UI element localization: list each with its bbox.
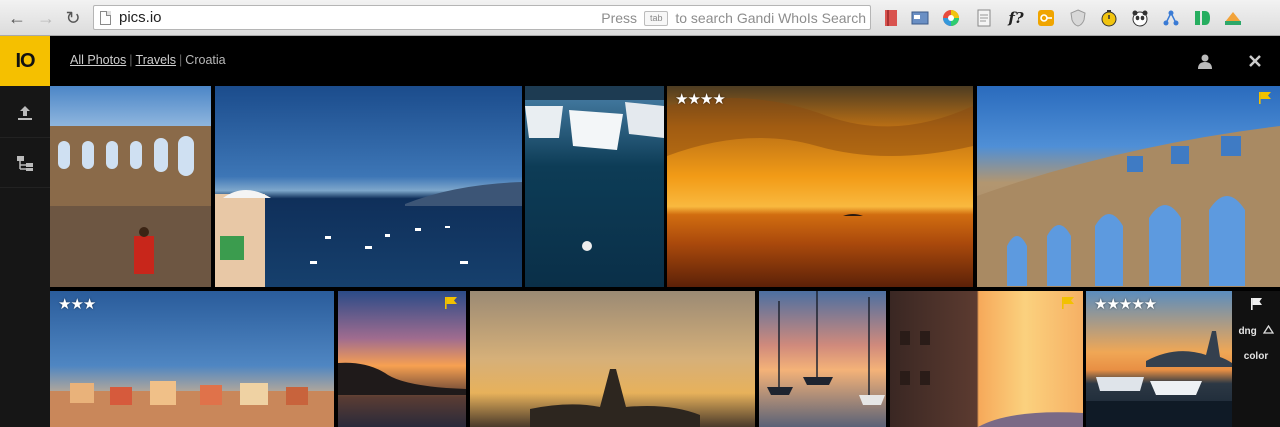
flag-toggle-button[interactable] [1232, 297, 1280, 314]
card-icon[interactable] [908, 6, 932, 30]
browser-toolbar: ← → ↻ pics.io Press tab to search Gandi … [0, 0, 1280, 36]
shield-icon[interactable] [1066, 6, 1090, 30]
color-wheel-icon[interactable] [939, 6, 963, 30]
tab-key-badge: tab [643, 11, 669, 26]
arena-exterior-graphic [977, 126, 1280, 287]
breadcrumb: All Photos | Travels | Croatia [70, 53, 226, 67]
drive-small-icon [1262, 324, 1274, 334]
upload-button[interactable] [0, 88, 50, 138]
photo-arena-interior[interactable] [50, 86, 211, 287]
breadcrumb-separator: | [179, 53, 183, 67]
network-icon[interactable] [1159, 6, 1183, 30]
color-label: color [1243, 351, 1269, 362]
folder-tree-button[interactable] [0, 138, 50, 188]
f-question-icon[interactable]: f? [1004, 6, 1028, 30]
url-text[interactable]: pics.io [119, 9, 162, 26]
harbor-graphic [215, 182, 522, 287]
hint-prefix: Press [601, 10, 638, 26]
upload-icon [18, 105, 32, 120]
sunset-graphic [667, 98, 973, 216]
sidebar: IO [0, 36, 50, 427]
breadcrumb-separator: | [129, 53, 133, 67]
close-icon [1249, 55, 1261, 67]
photo-arena-exterior[interactable] [977, 86, 1280, 287]
stopwatch-icon[interactable] [1097, 6, 1121, 30]
panda-icon[interactable] [1128, 6, 1152, 30]
church-graphic [530, 369, 700, 427]
pink-sunset-graphic [338, 362, 466, 395]
photo-rovinj-harbor[interactable]: ★★★★★ [1086, 291, 1232, 427]
app-window: IO All Photos | Travels | Croatia ★★★★ ★… [0, 36, 1280, 427]
flag-icon[interactable] [1061, 296, 1075, 310]
reload-button[interactable]: ↻ [62, 7, 84, 29]
breadcrumb-all-photos[interactable]: All Photos [70, 53, 126, 67]
rating-stars: ★★★★★ [1094, 296, 1157, 313]
photo-sunset-sea[interactable]: ★★★★ [667, 86, 973, 287]
address-bar[interactable]: pics.io Press tab to search Gandi WhoIs … [93, 5, 871, 30]
breadcrumb-croatia: Croatia [185, 53, 226, 67]
flag-icon[interactable] [444, 296, 458, 310]
photo-street-sunset[interactable] [890, 291, 1083, 427]
drive-icon[interactable] [1221, 6, 1245, 30]
photo-actions-panel: dng color [1232, 291, 1280, 427]
photo-church-silhouette[interactable] [470, 291, 755, 427]
breadcrumb-travels[interactable]: Travels [136, 53, 177, 67]
photo-coastal-town[interactable]: ★★★ [50, 291, 334, 427]
rating-stars: ★★★ [58, 296, 96, 313]
street-graphic [900, 331, 1083, 427]
top-bar: All Photos | Travels | Croatia [50, 36, 1280, 86]
photo-boats-dock[interactable] [525, 86, 664, 287]
sailboats-graphic [767, 291, 885, 405]
user-button[interactable] [1195, 51, 1215, 71]
id-icon[interactable] [1190, 6, 1214, 30]
flag-outline-icon [1251, 298, 1262, 310]
color-label-button[interactable]: color [1232, 351, 1280, 362]
photo-sailboats-sunset[interactable] [759, 291, 886, 427]
hint-suffix: to search Gandi WhoIs Search [675, 10, 866, 26]
rating-stars: ★★★★ [675, 91, 726, 108]
app-logo[interactable]: IO [0, 36, 50, 86]
document-icon[interactable] [972, 6, 996, 30]
forward-button[interactable]: → [35, 7, 57, 29]
back-button[interactable]: ← [6, 7, 28, 29]
close-button[interactable] [1245, 51, 1265, 71]
folder-tree-icon [17, 155, 33, 171]
arena-arches-graphic [50, 126, 211, 287]
keyword-search-hint: Press tab to search Gandi WhoIs Search [601, 10, 866, 26]
flag-icon[interactable] [1258, 91, 1272, 105]
dng-label: dng [1238, 326, 1257, 337]
bookmark-icon[interactable] [879, 6, 903, 30]
page-icon [100, 11, 111, 25]
boats-graphic [525, 86, 664, 251]
dng-format-button[interactable]: dng [1232, 324, 1280, 337]
photo-pink-sunset[interactable] [338, 291, 466, 427]
photo-harbor-bay[interactable] [215, 86, 522, 287]
user-icon [1198, 54, 1212, 69]
key-icon[interactable] [1034, 6, 1058, 30]
